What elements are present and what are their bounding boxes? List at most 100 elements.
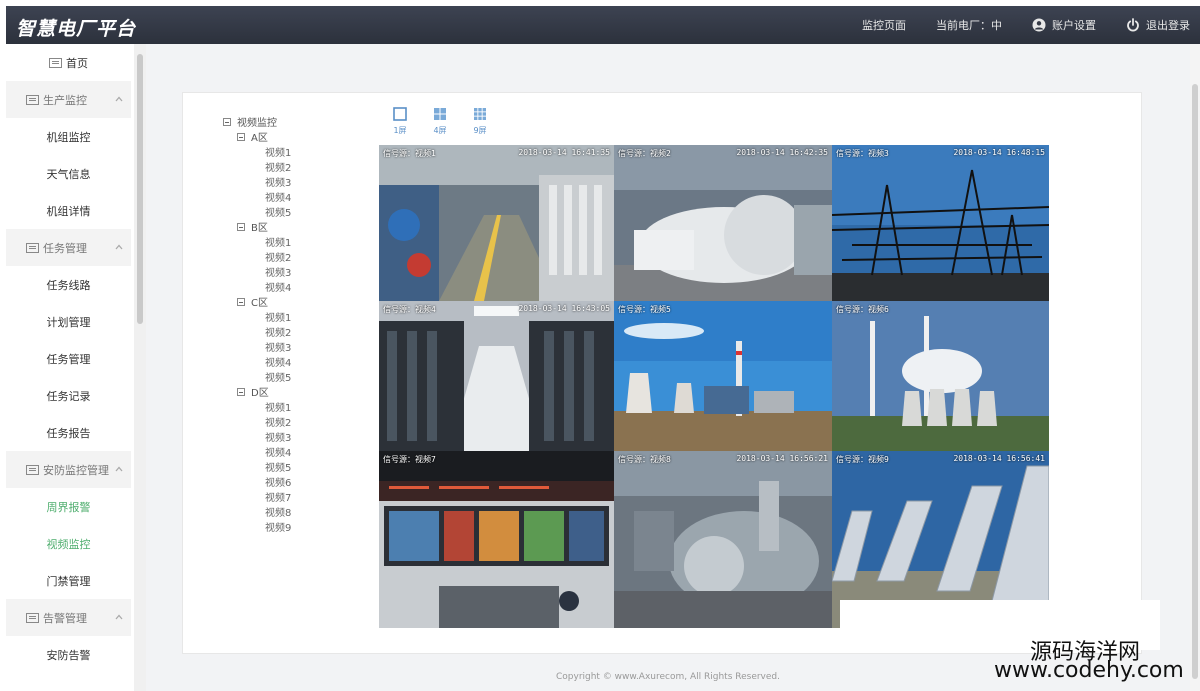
brand-title: 智慧电厂平台 (16, 18, 137, 40)
sidebar-group-label: 任务管理 (43, 241, 87, 255)
sidebar-group-security[interactable]: 安防监控管理 (6, 451, 131, 488)
nav-account-settings[interactable]: 账户设置 (1032, 17, 1096, 33)
sidebar-menu: 首页 生产监控 机组监控 天气信息 机组详情 任务管理 任务线路 计划管理 任务… (6, 44, 131, 691)
collapse-icon[interactable] (223, 118, 231, 126)
sidebar-scrollbar-thumb[interactable] (137, 54, 143, 324)
video-tile-3[interactable]: 信号源：视频3 2018-03-14 16:48:15 (832, 145, 1049, 301)
layout-9-button[interactable]: 9屏 (468, 107, 492, 136)
nav-logout-label: 退出登录 (1146, 19, 1190, 32)
video-tile-1[interactable]: 信号源：视频1 2018-03-14 16:41:35 (379, 145, 614, 301)
sidebar-item-task-record[interactable]: 任务记录 (6, 377, 131, 414)
sidebar-item-task-report[interactable]: 任务报告 (6, 414, 131, 451)
sidebar-item-video-monitor[interactable]: 视频监控 (6, 525, 131, 562)
sidebar-item-security-alarm[interactable]: 安防告警 (6, 636, 131, 673)
home-icon (49, 57, 62, 68)
main-content: 视频监控 A区 视频1 视频2 视频3 视频4 视频5 B区 视频1 视频2 视… (146, 44, 1190, 691)
sidebar-group-tasks[interactable]: 任务管理 (6, 229, 131, 266)
tree-leaf[interactable]: 视频3 (265, 177, 291, 190)
video-tile-5[interactable]: 信号源：视频5 (614, 301, 832, 451)
sidebar-item-perimeter-alarm[interactable]: 周界报警 (6, 488, 131, 525)
video-tile-4[interactable]: 信号源：视频4 2018-03-14 16:43:05 (379, 301, 614, 451)
video-tile-8[interactable]: 信号源：视频8 2018-03-14 16:56:21 (614, 451, 832, 628)
tree-leaf[interactable]: 视频1 (265, 312, 291, 325)
tree-leaf[interactable]: 视频1 (265, 147, 291, 160)
sidebar-scrollbar[interactable] (134, 44, 146, 691)
tree-leaf[interactable]: 视频2 (265, 327, 291, 340)
sidebar-group-production[interactable]: 生产监控 (6, 81, 131, 118)
main-scrollbar-thumb[interactable] (1192, 84, 1198, 679)
tree-leaf[interactable]: 视频9 (265, 522, 291, 535)
video-osd: 信号源：视频6 (836, 304, 1045, 315)
tree-leaf[interactable]: 视频1 (265, 237, 291, 250)
sidebar-item-task-manage[interactable]: 任务管理 (6, 340, 131, 377)
tree-leaf[interactable]: 视频4 (265, 192, 291, 205)
video-osd: 信号源：视频8 2018-03-14 16:56:21 (618, 454, 828, 465)
user-icon (1032, 18, 1046, 32)
video-osd: 信号源：视频4 2018-03-14 16:43:05 (383, 304, 610, 315)
sidebar-group-label: 安防监控管理 (43, 463, 109, 477)
tree-leaf[interactable]: 视频3 (265, 342, 291, 355)
tree-leaf[interactable]: 视频5 (265, 462, 291, 475)
nav-current-plant[interactable]: 当前电厂：中 (936, 17, 1002, 33)
video-source-label: 信号源：视频2 (618, 149, 671, 158)
layout-1-button[interactable]: 1屏 (388, 107, 412, 136)
tree-zone-a[interactable]: A区 (237, 132, 268, 145)
tree-leaf[interactable]: 视频3 (265, 267, 291, 280)
nav-monitor-page[interactable]: 监控页面 (862, 17, 906, 33)
collapse-icon[interactable] (237, 223, 245, 231)
tree-leaf[interactable]: 视频4 (265, 447, 291, 460)
tree-leaf[interactable]: 视频2 (265, 417, 291, 430)
collapse-icon[interactable] (237, 133, 245, 141)
tree-leaf[interactable]: 视频7 (265, 492, 291, 505)
collapse-icon[interactable] (237, 298, 245, 306)
sidebar-item-label: 周界报警 (46, 500, 91, 514)
tree-root[interactable]: 视频监控 (223, 117, 277, 130)
sidebar-item-label: 任务记录 (46, 389, 91, 403)
top-nav: 监控页面 当前电厂：中 账户设置 退出登录 (832, 6, 1190, 44)
video-panel: 视频监控 A区 视频1 视频2 视频3 视频4 视频5 B区 视频1 视频2 视… (182, 92, 1142, 654)
tree-leaf[interactable]: 视频5 (265, 207, 291, 220)
tree-leaf[interactable]: 视频1 (265, 402, 291, 415)
tree-root-label: 视频监控 (237, 118, 277, 129)
sidebar-item-access-control[interactable]: 门禁管理 (6, 562, 131, 599)
sidebar-item-unit-detail[interactable]: 机组详情 (6, 192, 131, 229)
sidebar-item-task-route[interactable]: 任务线路 (6, 266, 131, 303)
top-bar: 智慧电厂平台 监控页面 当前电厂：中 账户设置 退出登录 (6, 6, 1200, 44)
sidebar-item-label: 任务管理 (46, 352, 91, 366)
collapse-icon[interactable] (237, 388, 245, 396)
video-tile-7[interactable]: 信号源：视频7 (379, 451, 614, 628)
tree-leaf[interactable]: 视频8 (265, 507, 291, 520)
tree-zone-b[interactable]: B区 (237, 222, 268, 235)
sidebar-item-home[interactable]: 首页 (6, 44, 131, 81)
layout-1-label: 1屏 (393, 126, 407, 135)
tree-zone-d[interactable]: D区 (237, 387, 269, 400)
main-scrollbar[interactable] (1190, 44, 1200, 691)
layout-4-button[interactable]: 4屏 (428, 107, 452, 136)
sidebar-item-plan-manage[interactable]: 计划管理 (6, 303, 131, 340)
nav-logout[interactable]: 退出登录 (1126, 17, 1190, 33)
tree-leaf[interactable]: 视频4 (265, 357, 291, 370)
sidebar-item-label: 门禁管理 (46, 574, 91, 588)
tree-leaf[interactable]: 视频2 (265, 162, 291, 175)
tree-zone-c[interactable]: C区 (237, 297, 268, 310)
sidebar-item-label: 计划管理 (46, 315, 91, 329)
tree-leaf[interactable]: 视频4 (265, 282, 291, 295)
video-tile-6[interactable]: 信号源：视频6 (832, 301, 1049, 451)
sidebar-item-unit-monitor[interactable]: 机组监控 (6, 118, 131, 155)
sidebar-item-label: 机组详情 (46, 204, 91, 218)
tree-leaf[interactable]: 视频2 (265, 252, 291, 265)
generator-image (614, 451, 832, 628)
chevron-up-icon (115, 614, 123, 620)
sidebar-group-alarms[interactable]: 告警管理 (6, 599, 131, 636)
video-tile-2[interactable]: 信号源：视频2 2018-03-14 16:42:35 (614, 145, 832, 301)
single-screen-icon (393, 107, 407, 121)
nav-account-settings-label: 账户设置 (1052, 19, 1096, 32)
tree-leaf[interactable]: 视频5 (265, 372, 291, 385)
tree-leaf[interactable]: 视频3 (265, 432, 291, 445)
video-timestamp: 2018-03-14 16:48:15 (953, 148, 1045, 157)
sidebar-item-label: 视频监控 (46, 537, 91, 551)
tree-leaf[interactable]: 视频6 (265, 477, 291, 490)
sidebar-item-weather[interactable]: 天气信息 (6, 155, 131, 192)
sidebar-item-label: 任务报告 (46, 426, 91, 440)
task-icon (26, 242, 39, 253)
